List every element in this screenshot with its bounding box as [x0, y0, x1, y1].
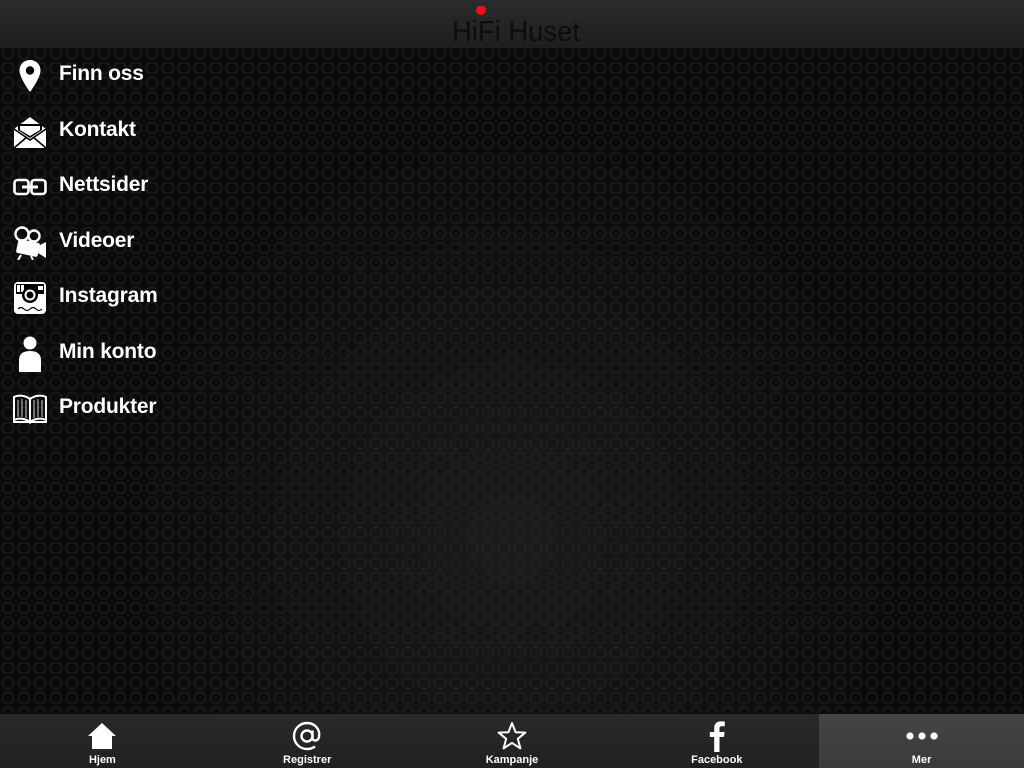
- top-header: HiFi Huset: [0, 0, 1024, 49]
- menu-item-instagram[interactable]: Instagram: [0, 270, 200, 326]
- bottom-tab-bar: Hjem Registrer Kampanje Facebook Mer: [0, 713, 1024, 768]
- tab-label: Facebook: [691, 754, 743, 766]
- video-camera-icon: [12, 225, 48, 261]
- user-icon: [12, 336, 48, 372]
- location-pin-icon: [12, 58, 48, 94]
- tab-facebook[interactable]: Facebook: [614, 714, 819, 768]
- instagram-icon: [12, 280, 48, 316]
- app-screen: HiFi Huset Finn oss Kontakt Nettsider Vi…: [0, 0, 1024, 768]
- home-icon: [86, 720, 118, 752]
- menu-item-label: Produkter: [59, 395, 157, 418]
- menu-item-nettsider[interactable]: Nettsider: [0, 159, 200, 215]
- logo-dot: [476, 6, 486, 15]
- link-icon: [12, 169, 48, 205]
- tab-label: Mer: [911, 754, 932, 766]
- menu-item-label: Kontakt: [59, 117, 136, 141]
- tab-label: Kampanje: [485, 754, 539, 766]
- logo-text: HiFi Huset: [452, 16, 580, 46]
- book-icon: [12, 391, 48, 427]
- side-menu: Finn oss Kontakt Nettsider Videoer Insta…: [0, 48, 200, 437]
- tab-hjem[interactable]: Hjem: [0, 714, 205, 768]
- menu-item-kontakt[interactable]: Kontakt: [0, 104, 200, 160]
- menu-item-label: Nettsider: [59, 173, 149, 196]
- tab-kampanje[interactable]: Kampanje: [410, 714, 615, 768]
- envelope-icon: [12, 114, 48, 150]
- more-dots-icon: [905, 720, 938, 752]
- tab-registrer[interactable]: Registrer: [205, 714, 410, 768]
- menu-item-videoer[interactable]: Videoer: [0, 215, 200, 271]
- star-icon: [496, 720, 528, 752]
- menu-item-label: Videoer: [59, 228, 135, 252]
- hifi-huset-logo: HiFi Huset: [452, 6, 580, 46]
- menu-item-label: Instagram: [59, 284, 158, 307]
- tab-mer[interactable]: Mer: [819, 714, 1024, 768]
- tab-label: Registrer: [283, 754, 332, 766]
- menu-item-finn-oss[interactable]: Finn oss: [0, 48, 200, 104]
- at-sign-icon: [291, 720, 323, 752]
- menu-item-min-konto[interactable]: Min konto: [0, 326, 200, 382]
- tab-label: Hjem: [88, 754, 116, 766]
- menu-item-produkter[interactable]: Produkter: [0, 381, 200, 437]
- menu-item-label: Min konto: [59, 339, 157, 363]
- facebook-icon: [701, 720, 733, 752]
- menu-item-label: Finn oss: [59, 62, 144, 85]
